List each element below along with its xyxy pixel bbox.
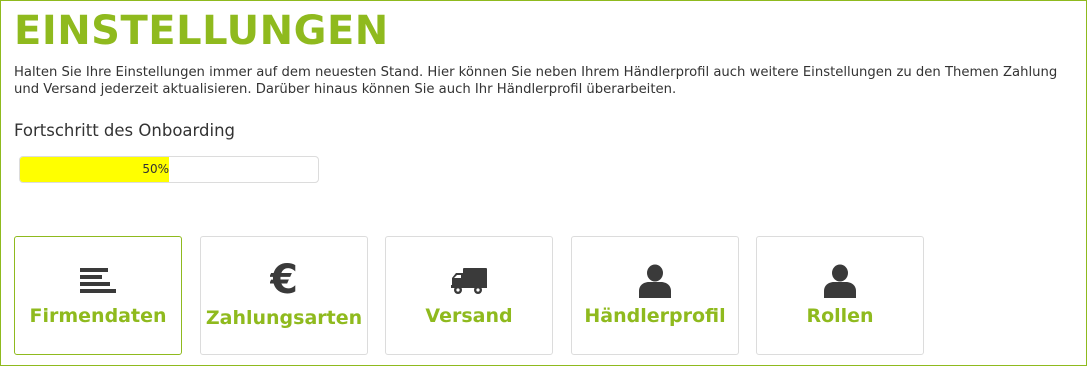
tile-label: Händlerprofil (584, 305, 726, 327)
tile-label: Rollen (806, 305, 874, 327)
list-lines-icon (15, 263, 181, 299)
tile-haendlerprofil[interactable]: Händlerprofil (571, 236, 739, 355)
tile-rollen[interactable]: Rollen (756, 236, 924, 355)
page-title: EINSTELLUNGEN (14, 8, 389, 54)
tile-versand[interactable]: Versand (385, 236, 553, 355)
intro-text: Halten Sie Ihre Einstellungen immer auf … (14, 65, 1058, 97)
onboarding-progress-value: 50% (142, 162, 169, 176)
svg-text:€: € (270, 259, 298, 299)
tile-label: Versand (425, 305, 513, 327)
user-icon (757, 263, 923, 299)
tile-label: Zahlungsarten (205, 307, 363, 329)
onboarding-progress-label: Fortschritt des Onboarding (14, 121, 236, 140)
truck-icon (386, 263, 552, 299)
tile-firmendaten[interactable]: Firmendaten (14, 236, 182, 355)
user-icon (572, 263, 738, 299)
euro-icon: € (201, 259, 367, 299)
tile-label: Firmendaten (29, 305, 167, 327)
tile-zahlungsarten[interactable]: € Zahlungsarten (200, 236, 368, 355)
onboarding-progress-bar: 50% (19, 156, 319, 183)
